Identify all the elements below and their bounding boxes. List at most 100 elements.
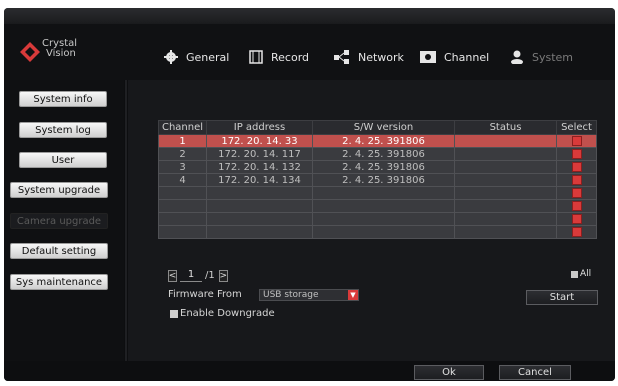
select-checkbox[interactable]: [571, 148, 582, 159]
pagination: < 1 /1 >: [168, 269, 228, 282]
cell-ip: [206, 225, 313, 239]
table-row[interactable]: [158, 225, 597, 239]
select-all-checkbox[interactable]: [571, 270, 578, 278]
brand-name: Crystal Vision: [42, 39, 77, 59]
gear-icon: [164, 50, 178, 64]
cell-version: 2. 4. 25. 391806: [312, 160, 455, 174]
cell-version: 2. 4. 25. 391806: [312, 134, 455, 148]
nav-general-label: General: [186, 50, 230, 64]
enable-downgrade-label: Enable Downgrade: [180, 308, 275, 319]
cancel-button[interactable]: Cancel: [499, 365, 571, 380]
table-row[interactable]: [158, 212, 597, 226]
next-page-button[interactable]: >: [218, 269, 228, 282]
title-bar: [4, 8, 615, 24]
network-icon: [334, 50, 349, 64]
select-all[interactable]: All: [571, 269, 591, 279]
camera-icon: [420, 51, 436, 63]
ok-button[interactable]: Ok: [414, 365, 484, 380]
select-checkbox[interactable]: [571, 135, 582, 146]
cell-status: [454, 225, 557, 239]
nav-network-label: Network: [358, 50, 404, 64]
select-all-label: All: [580, 269, 592, 279]
brand-line-2: Vision: [46, 48, 76, 59]
page-total: /1: [205, 270, 215, 281]
cell-version: [312, 199, 455, 213]
cell-channel: [158, 186, 207, 200]
cell-channel: 2: [158, 147, 207, 161]
nav-network[interactable]: Network: [334, 48, 404, 66]
cell-select: [556, 160, 597, 174]
select-checkbox[interactable]: [571, 213, 582, 224]
nav-record-label: Record: [271, 50, 310, 64]
nav-record[interactable]: Record: [249, 48, 309, 66]
cell-channel: [158, 225, 207, 239]
page-number-input[interactable]: 1: [180, 269, 202, 282]
cell-ip: [206, 199, 313, 213]
col-header-channel: Channel: [158, 120, 207, 135]
crystal-logo-icon: [20, 42, 40, 62]
cell-status: [454, 199, 557, 213]
cell-status: [454, 134, 557, 148]
sidebar-item-user[interactable]: User: [19, 152, 107, 168]
cell-ip: 172. 20. 14. 132: [206, 160, 313, 174]
sidebar-item-system-info[interactable]: System info: [19, 91, 107, 107]
cell-status: [454, 160, 557, 174]
sidebar-item-system-log[interactable]: System log: [19, 122, 107, 138]
cell-channel: 1: [158, 134, 207, 148]
prev-page-button[interactable]: <: [168, 269, 177, 282]
table-row[interactable]: 4 172. 20. 14. 134 2. 4. 25. 391806: [158, 173, 597, 187]
cell-status: [454, 173, 557, 187]
cell-ip: [206, 186, 313, 200]
cell-select: [556, 186, 597, 200]
camera-table: Channel IP address S/W version Status Se…: [158, 120, 597, 239]
select-checkbox[interactable]: [571, 174, 582, 185]
cell-version: [312, 186, 455, 200]
col-header-select: Select: [556, 120, 597, 135]
sidebar-item-camera-upgrade: Camera upgrade: [10, 213, 108, 229]
cell-version: [312, 225, 455, 239]
select-checkbox[interactable]: [571, 200, 582, 211]
nav-general[interactable]: General: [164, 48, 229, 66]
cell-select: [556, 147, 597, 161]
cell-channel: 4: [158, 173, 207, 187]
camera-table-panel: Channel IP address S/W version Status Se…: [158, 120, 597, 252]
cell-status: [454, 147, 557, 161]
enable-downgrade[interactable]: Enable Downgrade: [170, 308, 275, 319]
table-row[interactable]: [158, 186, 597, 200]
table-row[interactable]: 2 172. 20. 14. 117 2. 4. 25. 391806: [158, 147, 597, 161]
cell-version: 2. 4. 25. 391806: [312, 173, 455, 187]
table-row[interactable]: 1 172. 20. 14. 33 2. 4. 25. 391806: [158, 134, 597, 148]
cell-channel: 3: [158, 160, 207, 174]
firmware-source-select[interactable]: USB storage ▼: [259, 289, 359, 301]
col-header-version: S/W version: [312, 120, 455, 135]
sidebar: System info System log User System upgra…: [4, 80, 124, 361]
cell-status: [454, 186, 557, 200]
enable-downgrade-checkbox[interactable]: [170, 309, 178, 318]
select-checkbox[interactable]: [571, 226, 582, 237]
cell-select: [556, 212, 597, 226]
select-checkbox[interactable]: [571, 161, 582, 172]
table-header-row: Channel IP address S/W version Status Se…: [158, 120, 597, 135]
table-row[interactable]: [158, 199, 597, 213]
dropdown-arrow-icon[interactable]: ▼: [348, 290, 358, 300]
sidebar-item-sys-maintenance[interactable]: Sys maintenance: [10, 274, 108, 290]
cell-version: 2. 4. 25. 391806: [312, 147, 455, 161]
start-button[interactable]: Start: [526, 290, 598, 305]
app-window: Crystal Vision General Record Network Ch…: [4, 8, 615, 381]
select-checkbox[interactable]: [571, 187, 582, 198]
table-row[interactable]: 3 172. 20. 14. 132 2. 4. 25. 391806: [158, 160, 597, 174]
sidebar-item-system-upgrade[interactable]: System upgrade: [10, 182, 108, 198]
user-icon: [511, 50, 523, 64]
sidebar-item-default-setting[interactable]: Default setting: [10, 243, 108, 259]
cell-ip: 172. 20. 14. 33: [206, 134, 313, 148]
cell-ip: [206, 212, 313, 226]
nav-system[interactable]: System: [510, 48, 573, 66]
nav-channel[interactable]: Channel: [420, 48, 489, 66]
header-bar: Crystal Vision General Record Network Ch…: [4, 24, 615, 80]
firmware-from-label: Firmware From: [168, 289, 242, 300]
cell-channel: [158, 212, 207, 226]
cell-select: [556, 199, 597, 213]
sidebar-divider: [125, 80, 127, 361]
cell-ip: 172. 20. 14. 117: [206, 147, 313, 161]
cell-channel: [158, 199, 207, 213]
